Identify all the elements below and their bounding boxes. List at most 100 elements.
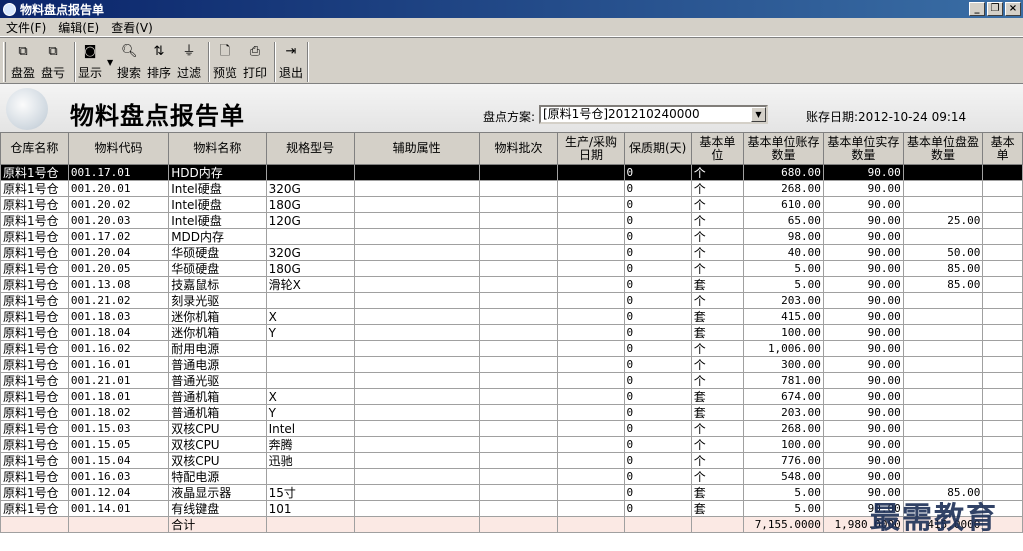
column-header[interactable]: 物料代码 [67,132,170,165]
table-cell: Intel [265,420,355,437]
menu-file[interactable]: 文件(F) [0,19,52,36]
table-cell [478,356,559,373]
column-header[interactable]: 基本单 [982,132,1023,165]
table-cell: 001.12.04 [67,484,170,501]
table-cell: 原料1号仓 [0,420,69,437]
panying-button[interactable]: ⧉ 盘盈 [11,42,35,82]
yulan-button[interactable]: 🗋 预览 [213,42,237,82]
restore-button[interactable]: ❐ [987,2,1003,16]
table-cell [557,180,625,197]
table-row[interactable]: 原料1号仓 001.20.01 Intel硬盘 320G 0 个 268.00 90.00 [0,180,1023,197]
table-row[interactable]: 原料1号仓 001.18.01 普通机箱 X 0 套 674.00 90.00 [0,388,1023,405]
table-row[interactable]: 原料1号仓 001.20.04 华硕硬盘 320G 0 个 40.00 90.00 50.00 [0,244,1023,261]
column-header[interactable]: 物料名称 [168,132,267,165]
table-row[interactable]: 原料1号仓 001.17.01 HDD内存 0 个 680.00 90.00 [0,164,1023,181]
table-cell: 原料1号仓 [0,292,69,309]
column-header[interactable]: 基本单位账存数量 [743,132,824,165]
table-cell: 001.15.05 [67,436,170,453]
table-cell: 0 [623,500,692,517]
table-cell [982,340,1023,357]
table-row[interactable]: 原料1号仓 001.15.04 双核CPU 迅驰 0 个 776.00 90.00 [0,452,1023,469]
table-cell [353,196,480,213]
sousuo-button[interactable]: 🔍︎ 搜索 [117,42,141,82]
table-row[interactable]: 原料1号仓 001.17.02 MDD内存 0 个 98.00 90.00 [0,228,1023,245]
table-cell: 套 [690,324,745,341]
table-cell [353,388,480,405]
chevron-down-icon[interactable]: ▼ [107,58,113,67]
table-cell: 001.20.02 [67,196,170,213]
table-row[interactable]: 原料1号仓 001.15.03 双核CPU Intel 0 个 268.00 90.00 [0,420,1023,437]
column-header[interactable]: 保质期(天) [623,132,692,165]
column-header[interactable]: 基本单位盘盈数量 [902,132,984,165]
close-button[interactable]: × [1005,2,1021,16]
table-row[interactable]: 原料1号仓 001.20.03 Intel硬盘 120G 0 个 65.00 90.00 25.… [0,212,1023,229]
table-cell: 268.00 [743,420,824,437]
table-cell [353,228,480,245]
table-cell: 原料1号仓 [0,308,69,325]
menu-edit[interactable]: 编辑(E) [52,19,105,36]
table-row[interactable]: 原料1号仓 001.21.01 普通光驱 0 个 781.00 90.00 [0,372,1023,389]
table-cell: 300.00 [743,356,824,373]
column-header[interactable]: 辅助属性 [353,132,480,165]
table-row[interactable]: 原料1号仓 001.18.04 迷你机箱 Y 0 套 100.00 90.00 [0,324,1023,341]
table-cell [902,468,984,485]
table-cell: 个 [690,212,745,229]
table-cell [353,468,480,485]
column-header[interactable]: 仓库名称 [0,132,69,165]
column-header[interactable]: 基本单位 [690,132,745,165]
table-row[interactable]: 原料1号仓 001.16.01 普通电源 0 个 300.00 90.00 [0,356,1023,373]
toolbar-grip[interactable] [3,42,6,82]
pankui-button[interactable]: ⧉ 盘亏 [41,42,65,82]
table-cell [902,180,984,197]
table-row[interactable]: 原料1号仓 001.13.08 技嘉鼠标 滑轮X 0 套 5.00 90.00 85.00 [0,276,1023,293]
table-row[interactable]: 原料1号仓 001.15.05 双核CPU 奔腾 0 个 100.00 90.00 [0,436,1023,453]
preview-icon: 🗋 [219,44,231,59]
table-cell [478,212,559,229]
table-cell: 001.20.03 [67,212,170,229]
table-cell [353,484,480,501]
table-row[interactable]: 原料1号仓 001.21.02 刻录光驱 0 个 203.00 90.00 [0,292,1023,309]
table-cell: 5.00 [743,484,824,501]
chevron-down-icon[interactable]: ▼ [751,107,766,122]
xianshi-button[interactable]: ◙ 显示 [78,42,102,82]
table-cell: 原料1号仓 [0,436,69,453]
table-cell: 90.00 [822,420,904,437]
minimize-button[interactable]: _ [969,2,985,16]
table-cell: 华硕硬盘 [168,260,267,277]
table-row[interactable]: 原料1号仓 001.20.05 华硕硬盘 180G 0 个 5.00 90.00 85.00 [0,260,1023,277]
table-cell [902,372,984,389]
column-header[interactable]: 规格型号 [265,132,355,165]
table-cell [265,516,355,533]
table-row[interactable]: 原料1号仓 001.16.03 特配电源 0 个 548.00 90.00 [0,468,1023,485]
table-cell: 0 [623,436,692,453]
table-cell: 001.17.02 [67,228,170,245]
dayin-button[interactable]: ⎙ 打印 [243,42,267,82]
table-cell: 技嘉鼠标 [168,276,267,293]
table-cell: 原料1号仓 [0,228,69,245]
table-row[interactable]: 原料1号仓 001.16.02 耐用电源 0 个 1,006.00 90.00 [0,340,1023,357]
report-grid[interactable]: 仓库名称 物料代码 物料名称 规格型号 辅助属性 物料批次 生产/采购日期 保质… [0,132,1023,551]
table-cell [902,420,984,437]
plan-select[interactable]: [原料1号仓]201210240000 ▼ [539,105,768,124]
table-cell: 001.18.02 [67,404,170,421]
table-cell: 套 [690,500,745,517]
window-controls: _ ❐ × [969,2,1021,16]
table-row[interactable]: 原料1号仓 001.18.02 普通机箱 Y 0 套 203.00 90.00 [0,404,1023,421]
tuichu-button[interactable]: ⇥ 退出 [279,42,303,82]
table-cell: 原料1号仓 [0,500,69,517]
table-row[interactable]: 原料1号仓 001.20.02 Intel硬盘 180G 0 个 610.00 90.00 [0,196,1023,213]
guolv-button[interactable]: ⏚ 过滤 [177,42,201,82]
column-header[interactable]: 物料批次 [478,132,559,165]
table-cell: 0 [623,196,692,213]
table-cell [902,308,984,325]
table-cell: 98.00 [743,228,824,245]
table-cell: 0 [623,388,692,405]
table-row[interactable]: 原料1号仓 001.18.03 迷你机箱 X 0 套 415.00 90.00 [0,308,1023,325]
menu-view[interactable]: 查看(V) [105,19,159,36]
table-cell: 001.20.01 [67,180,170,197]
xianshi-label: 显示 [78,66,103,80]
paixu-button[interactable]: ⇅ 排序 [147,42,171,82]
column-header[interactable]: 生产/采购日期 [557,132,625,165]
column-header[interactable]: 基本单位实存数量 [822,132,904,165]
plan-select-value: [原料1号仓]201210240000 [543,107,700,121]
